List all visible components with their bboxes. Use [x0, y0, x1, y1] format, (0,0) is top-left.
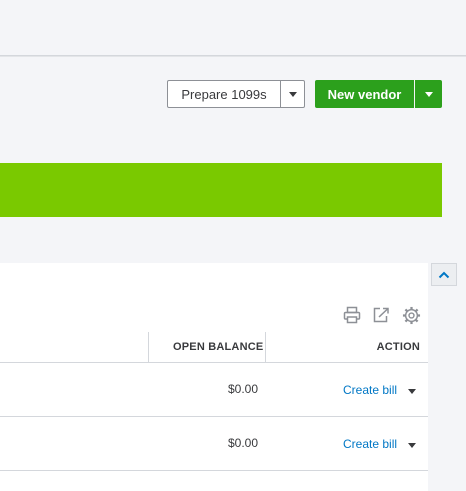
gear-icon[interactable]: [401, 305, 421, 325]
top-bar-divider: [0, 56, 466, 57]
collapse-panel-button[interactable]: [431, 263, 457, 286]
top-bar: [0, 0, 466, 56]
table-row: $0.00 Create bill: [0, 363, 428, 417]
prepare-1099s-dropdown-button[interactable]: [280, 80, 305, 108]
chevron-down-icon: [288, 91, 297, 97]
chevron-down-icon[interactable]: [408, 389, 416, 394]
new-vendor-button[interactable]: New vendor: [315, 80, 414, 108]
chevron-up-icon: [438, 271, 450, 278]
export-icon[interactable]: [371, 305, 391, 325]
column-header-action: ACTION: [376, 341, 420, 353]
column-divider[interactable]: [148, 332, 149, 362]
prepare-1099s-button[interactable]: Prepare 1099s: [167, 80, 281, 108]
table-header-row: OPEN BALANCE ACTION: [0, 332, 428, 363]
printer-icon[interactable]: [342, 305, 362, 325]
create-bill-link[interactable]: Create bill: [343, 437, 397, 451]
open-balance-cell: $0.00: [227, 382, 258, 396]
new-vendor-dropdown-button[interactable]: [415, 80, 442, 108]
money-bar-banner: [0, 163, 442, 217]
prepare-1099s-label: Prepare 1099s: [181, 86, 267, 102]
column-divider[interactable]: [265, 332, 266, 362]
chevron-down-icon: [424, 91, 433, 97]
create-bill-link[interactable]: Create bill: [343, 383, 397, 397]
new-vendor-label: New vendor: [327, 86, 402, 102]
table-row: $0.00 Create bill: [0, 417, 428, 471]
open-balance-cell: $0.00: [227, 436, 258, 450]
column-header-open-balance[interactable]: OPEN BALANCE: [173, 341, 263, 353]
chevron-down-icon[interactable]: [408, 443, 416, 448]
